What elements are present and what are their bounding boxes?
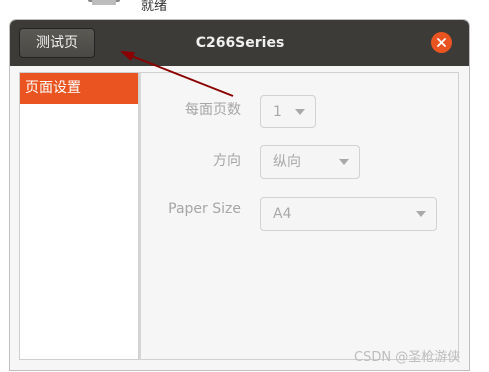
watermark: CSDN @圣枪游侠 xyxy=(354,350,461,365)
annotation-arrow xyxy=(120,51,234,97)
